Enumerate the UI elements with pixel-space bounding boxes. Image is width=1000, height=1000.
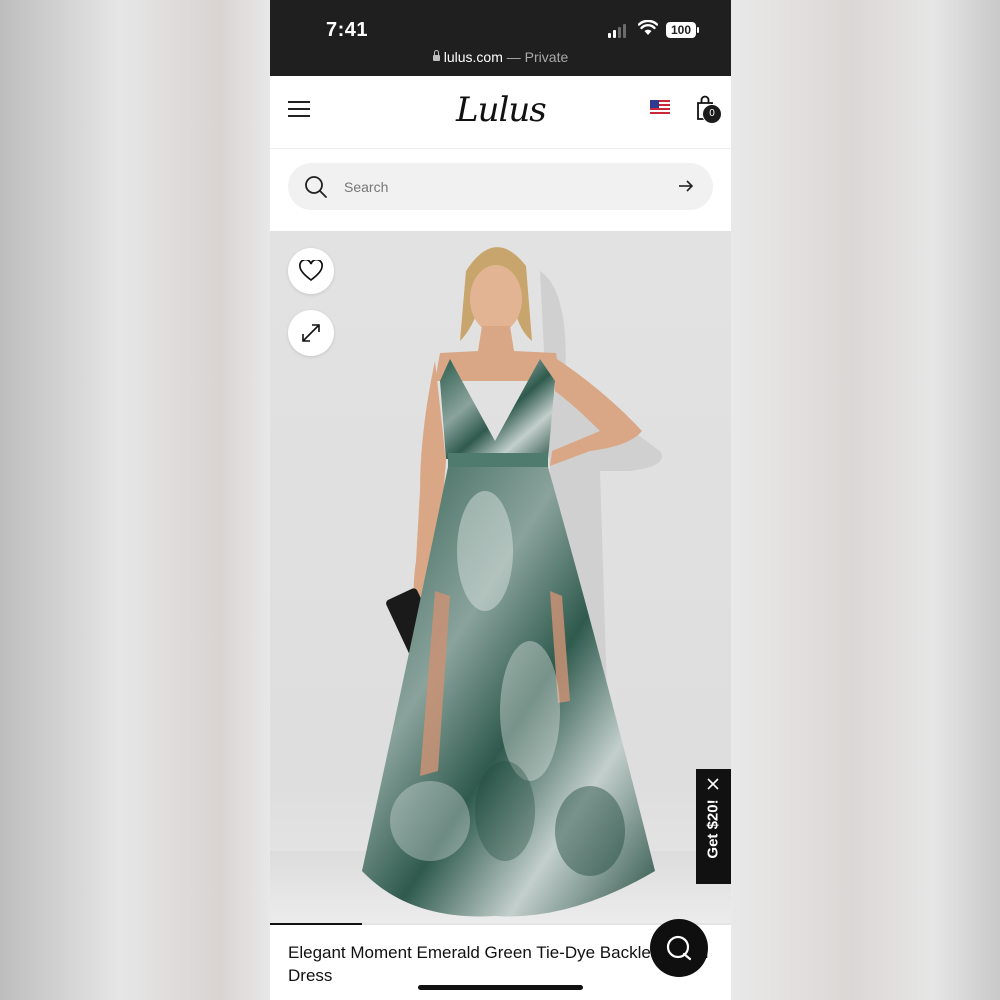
search-icon: [305, 176, 327, 198]
promo-tab[interactable]: Get $20!: [696, 769, 731, 884]
search-input[interactable]: [342, 175, 666, 199]
address-separator: —: [506, 49, 521, 65]
private-label: Private: [524, 49, 569, 65]
expand-image-button[interactable]: [288, 310, 334, 356]
search-bar[interactable]: [288, 163, 713, 210]
gallery-progress-fill: [270, 923, 363, 925]
expand-icon: [302, 324, 320, 342]
hamburger-menu-icon[interactable]: [288, 101, 310, 119]
lulus-logo[interactable]: Lulus: [456, 90, 547, 130]
cart-count-badge[interactable]: 0: [702, 104, 722, 124]
home-indicator: [418, 985, 583, 990]
page-background-right: [731, 0, 1000, 1000]
chat-button[interactable]: [650, 919, 708, 977]
signal-icon: [608, 24, 626, 38]
close-icon[interactable]: [707, 778, 719, 790]
address-domain: lulus.com: [443, 49, 503, 65]
heart-icon: [299, 260, 323, 282]
arrow-right-icon[interactable]: [678, 179, 694, 193]
promo-label: Get $20!: [704, 799, 722, 859]
search-section: [270, 149, 731, 231]
status-time: 7:41: [326, 19, 369, 41]
site-header: Lulus 0: [270, 76, 731, 149]
battery-icon: 100: [666, 22, 699, 38]
chat-bubble-icon: [666, 935, 692, 961]
phone-screen: 7:41 100 lulus.com — Private Lulus 0 Sea…: [270, 0, 731, 1000]
status-bar: 7:41 100 lulus.com — Private: [270, 0, 731, 76]
wifi-icon: [638, 20, 658, 35]
lock-icon: [432, 50, 440, 61]
product-photo: [270, 247, 731, 923]
address-bar[interactable]: lulus.com — Private: [270, 49, 731, 65]
product-image-gallery[interactable]: Get $20!: [270, 231, 731, 923]
wishlist-button[interactable]: [288, 248, 334, 294]
us-flag-icon[interactable]: [650, 100, 670, 114]
